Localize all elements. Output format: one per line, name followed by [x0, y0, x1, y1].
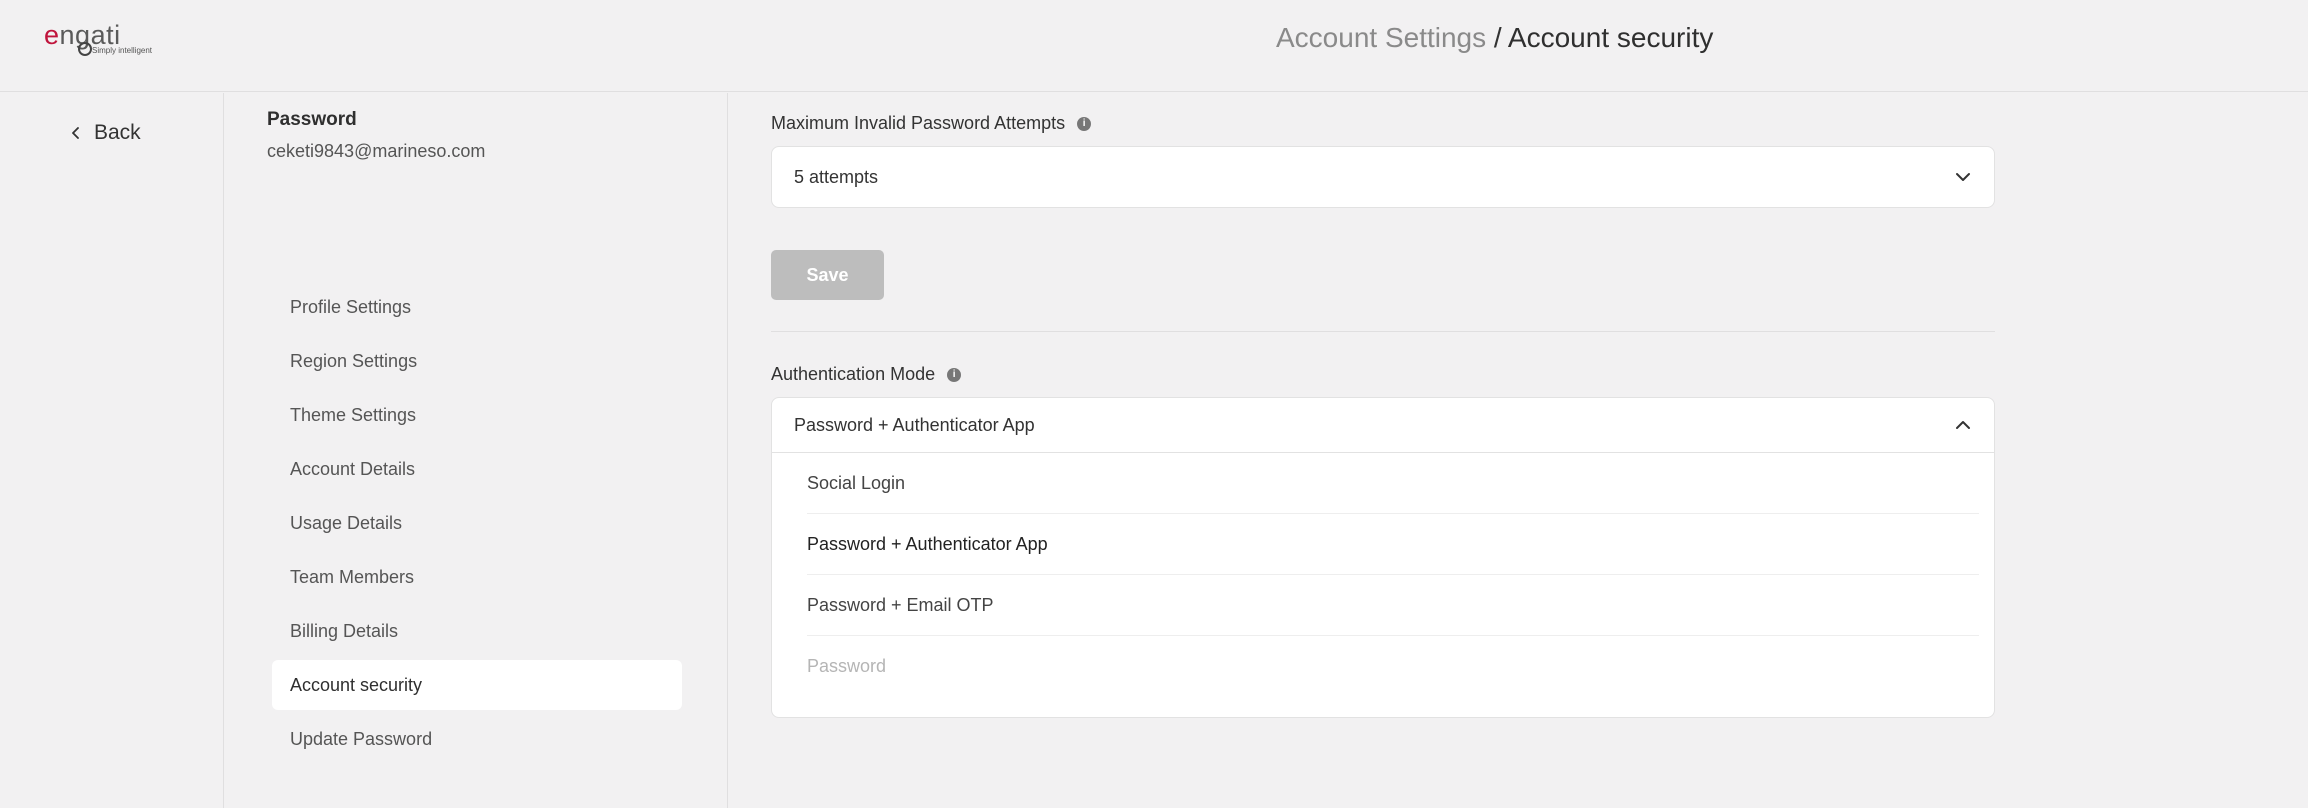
auth-option-password: Password	[807, 656, 887, 676]
breadcrumb-separator: /	[1486, 22, 1508, 53]
breadcrumb: Account Settings / Account security	[1276, 22, 1713, 54]
app-header: engati Simply intelligent Account Settin…	[0, 0, 2308, 92]
back-label: Back	[94, 121, 141, 144]
chevron-up-icon	[1956, 421, 1970, 429]
nav-item-profile-settings[interactable]: Profile Settings	[272, 282, 682, 332]
auth-mode-value: Password + Authenticator App	[794, 414, 1035, 435]
logo-tagline: Simply intelligent	[92, 46, 153, 55]
chevron-left-icon	[72, 127, 79, 139]
account-email: ceketi9843@marineso.com	[267, 141, 486, 161]
settings-sidebar: Password ceketi9843@marineso.com Profile…	[224, 93, 728, 808]
auth-mode-select[interactable]: Password + Authenticator App	[771, 397, 1995, 453]
info-icon[interactable]: i	[1077, 116, 1092, 131]
info-icon[interactable]: i	[947, 367, 962, 382]
nav-item-usage-details[interactable]: Usage Details	[272, 498, 682, 548]
auth-option-social-login[interactable]: Social Login	[807, 453, 1979, 514]
section-divider	[771, 331, 1995, 332]
engati-logo[interactable]: engati Simply intelligent	[44, 20, 164, 60]
auth-option-password-email-otp[interactable]: Password + Email OTP	[807, 575, 1979, 636]
nav-item-theme-settings[interactable]: Theme Settings	[272, 390, 682, 440]
max-attempts-label: Maximum Invalid Password Attempts i	[771, 113, 1092, 134]
nav-item-team-members[interactable]: Team Members	[272, 552, 682, 602]
nav-item-update-password[interactable]: Update Password	[272, 714, 682, 764]
auth-option-password-authenticator[interactable]: Password + Authenticator App	[807, 514, 1979, 575]
auth-mode-label: Authentication Mode i	[771, 364, 962, 385]
max-attempts-value: 5 attempts	[794, 166, 879, 187]
nav-item-account-security[interactable]: Account security	[272, 660, 682, 710]
nav-item-account-details[interactable]: Account Details	[272, 444, 682, 494]
left-column: Back	[0, 93, 224, 808]
max-attempts-select[interactable]: 5 attempts	[771, 146, 1995, 208]
back-button[interactable]: Back	[68, 121, 141, 145]
breadcrumb-current: Account security	[1507, 22, 1714, 53]
nav-item-region-settings[interactable]: Region Settings	[272, 336, 682, 386]
account-title: Password	[267, 109, 357, 130]
logo-ring-icon	[78, 42, 92, 56]
save-button[interactable]: Save	[771, 250, 884, 300]
auth-mode-dropdown: Social Login Password + Authenticator Ap…	[771, 453, 1995, 718]
chevron-down-icon	[1956, 173, 1970, 181]
settings-nav: Profile Settings Region Settings Theme S…	[272, 282, 682, 768]
breadcrumb-parent[interactable]: Account Settings	[1276, 22, 1486, 53]
nav-item-billing-details[interactable]: Billing Details	[272, 606, 682, 656]
